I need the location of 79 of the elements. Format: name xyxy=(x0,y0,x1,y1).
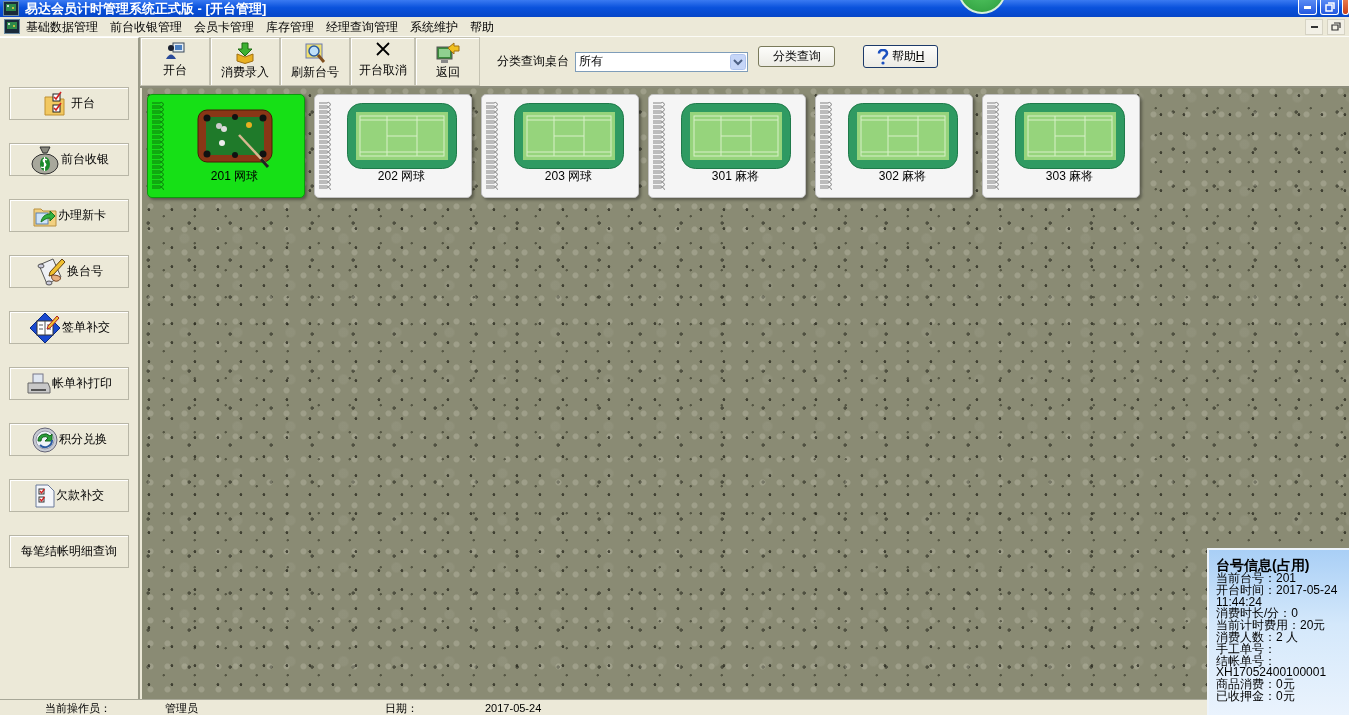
sidebar-button[interactable]: 办理新卡 xyxy=(9,199,129,232)
sidebar-button[interactable]: 积分兑换 xyxy=(9,423,129,456)
status-label: 当前操作员： xyxy=(45,700,112,715)
status-value: 2017-05-24 xyxy=(485,700,543,715)
spiral-binding-icon xyxy=(151,100,165,190)
info-title: 台号信息(占用) xyxy=(1216,558,1311,573)
spiral-binding-icon xyxy=(819,100,833,190)
help-button[interactable]: 帮助H xyxy=(863,45,938,68)
court-icon xyxy=(847,103,958,169)
minimize-button[interactable] xyxy=(1305,18,1323,35)
category-select[interactable]: 所有 xyxy=(575,51,748,72)
restore-icon xyxy=(1324,2,1335,12)
notebook-diamond-icon xyxy=(28,311,61,344)
status-label: 日期： xyxy=(385,700,419,715)
table-label: 301 麻将 xyxy=(711,170,760,183)
billiard-table-icon xyxy=(196,109,273,169)
sidebar-button[interactable]: 换台号 xyxy=(9,255,129,288)
table-card[interactable]: 301 麻将 xyxy=(648,94,806,198)
menu-item[interactable]: 基础数据管理 xyxy=(20,17,104,36)
sidebar-button[interactable]: 每笔结帐明细查询 xyxy=(9,535,129,568)
minimize-icon xyxy=(1304,5,1311,9)
window-title: 易达会员计时管理系统正式版 - [开台管理] xyxy=(25,0,267,17)
box-down-arrow-icon xyxy=(234,42,256,64)
spiral-binding-icon xyxy=(652,100,666,190)
menu-item[interactable]: 系统维护 xyxy=(404,17,464,36)
table-card[interactable]: 302 麻将 xyxy=(815,94,973,198)
sidebar-button[interactable]: 前台收银 xyxy=(9,143,129,176)
info-line: 手工单号： xyxy=(1216,643,1277,656)
info-line: 当前计时费用：20元 xyxy=(1216,620,1327,632)
minimize-icon xyxy=(1310,25,1318,28)
court-icon xyxy=(1014,103,1125,169)
magnifier-window-icon xyxy=(304,42,326,64)
table-label: 303 麻将 xyxy=(1045,170,1094,183)
sidebar-button[interactable]: 开台 xyxy=(9,87,129,120)
monitor-arrow-icon xyxy=(435,42,460,64)
status-value: 管理员 xyxy=(165,700,199,715)
table-card[interactable]: 201 网球 xyxy=(147,94,305,198)
sidebar-button[interactable]: 签单补交 xyxy=(9,311,129,344)
close-button[interactable] xyxy=(1342,0,1349,15)
toolbar-button[interactable]: 消费录入 xyxy=(210,37,280,86)
court-icon xyxy=(513,103,624,169)
menu-item[interactable]: 经理查询管理 xyxy=(320,17,404,36)
spiral-binding-icon xyxy=(318,100,332,190)
help-icon xyxy=(876,48,889,65)
table-label: 302 麻将 xyxy=(878,170,927,183)
table-label: 202 网球 xyxy=(377,170,426,183)
table-label: 203 网球 xyxy=(544,170,593,183)
toolbar-button[interactable]: 开台取消 xyxy=(350,37,415,86)
menu-item[interactable]: 帮助 xyxy=(464,17,500,36)
toolbar-button[interactable]: 开台 xyxy=(140,37,210,86)
cross-icon xyxy=(375,42,390,56)
table-card[interactable]: 203 网球 xyxy=(481,94,639,198)
info-line: 已收押金：0元 xyxy=(1216,690,1296,703)
court-icon xyxy=(680,103,791,169)
info-line: 消费人数：2 人 xyxy=(1216,632,1299,644)
spiral-binding-icon xyxy=(485,100,499,190)
spiral-binding-icon xyxy=(986,100,1000,190)
printer-icon xyxy=(26,372,51,395)
table-card[interactable]: 303 麻将 xyxy=(982,94,1140,198)
menu-item[interactable]: 库存管理 xyxy=(260,17,320,36)
filter-label: 分类查询桌台 xyxy=(497,53,569,70)
toolbar-button[interactable]: 刷新台号 xyxy=(280,37,350,86)
table-label: 201 网球 xyxy=(210,170,259,183)
money-bag-icon xyxy=(29,144,60,175)
restore-icon xyxy=(1331,22,1341,31)
monitor-person-icon xyxy=(165,42,185,60)
info-line: 商品消费：0元 xyxy=(1216,679,1296,691)
restore-button[interactable] xyxy=(1327,18,1345,35)
info-line: 当前台号：201 xyxy=(1216,573,1297,585)
toolbar-button[interactable]: 返回 xyxy=(415,37,480,86)
court-icon xyxy=(346,103,457,169)
query-button[interactable]: 分类查询 xyxy=(758,46,835,67)
menu-item[interactable]: 前台收银管理 xyxy=(104,17,188,36)
sidebar-button[interactable]: 欠款补交 xyxy=(9,479,129,512)
sidebar-button[interactable]: 帐单补打印 xyxy=(9,367,129,400)
menu-item[interactable]: 会员卡管理 xyxy=(188,17,260,36)
table-card[interactable]: 202 网球 xyxy=(314,94,472,198)
checklist-document-icon xyxy=(34,483,55,508)
scroll-pen-icon xyxy=(35,256,66,287)
